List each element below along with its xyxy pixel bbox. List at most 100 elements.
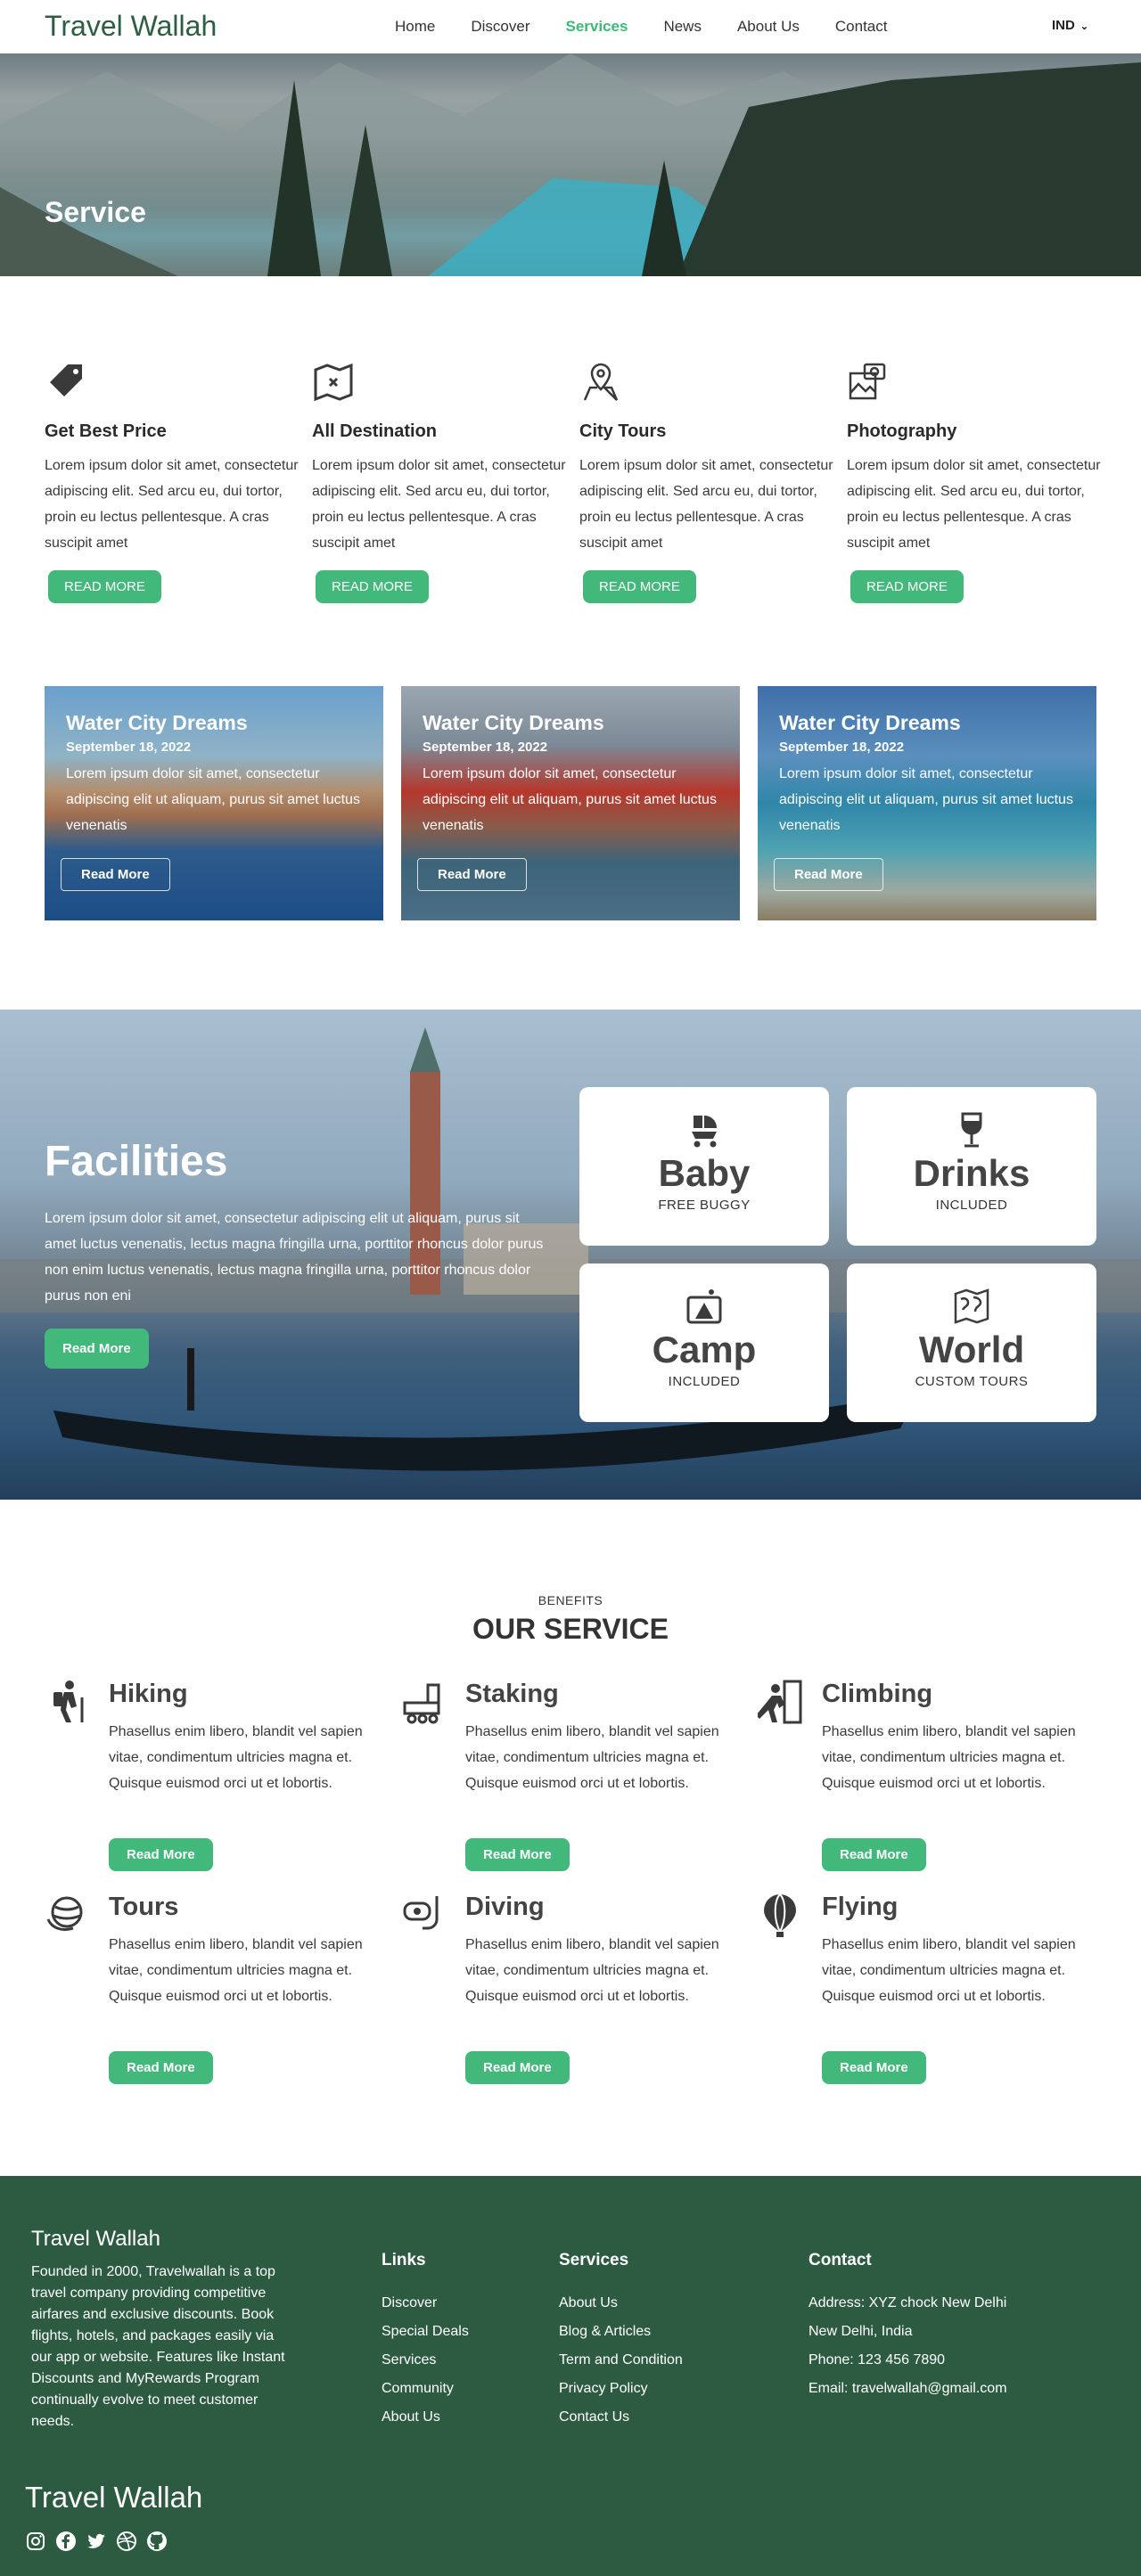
services-title: OUR SERVICE xyxy=(472,1613,669,1645)
facility-subtitle: CUSTOM TOURS xyxy=(915,1374,1029,1389)
service-title: Tours xyxy=(109,1893,179,1921)
footer-link-privacy[interactable]: Privacy Policy xyxy=(559,2381,683,2397)
footer-brand-large[interactable]: Travel Wallah xyxy=(25,2481,202,2515)
climber-icon xyxy=(758,1680,802,1724)
service-read-more-button[interactable]: Read More xyxy=(465,1838,570,1871)
card-read-more-button[interactable]: Read More xyxy=(774,858,883,891)
blog-card[interactable]: Water City Dreams September 18, 2022 Lor… xyxy=(401,686,740,920)
facility-box-drinks: Drinks INCLUDED xyxy=(847,1087,1096,1246)
facebook-icon[interactable] xyxy=(55,2531,77,2552)
feature-read-more-button[interactable]: READ MORE xyxy=(850,570,964,603)
footer: Travel Wallah Founded in 2000, Travelwal… xyxy=(0,2176,1141,2576)
nav-news[interactable]: News xyxy=(663,18,702,36)
wine-glass-icon xyxy=(961,1112,982,1148)
footer-link-discover[interactable]: Discover xyxy=(382,2295,469,2311)
social-links xyxy=(25,2531,168,2552)
footer-column-title: Services xyxy=(559,2251,629,2269)
footer-link-about-us[interactable]: About Us xyxy=(382,2409,469,2425)
footer-link-blog[interactable]: Blog & Articles xyxy=(559,2324,683,2340)
stroller-icon xyxy=(692,1116,717,1148)
nav-home[interactable]: Home xyxy=(395,18,435,36)
footer-contact-column: Contact Address: XYZ chock New Delhi New… xyxy=(809,2251,1007,2409)
nav-contact[interactable]: Contact xyxy=(835,18,888,36)
language-selector[interactable]: IND ⌄ xyxy=(1052,18,1088,33)
feature-text: Lorem ipsum dolor sit amet, consectetur … xyxy=(312,458,566,551)
card-title: Water City Dreams xyxy=(423,711,604,734)
balloon-icon xyxy=(764,1893,796,1937)
service-text: Phasellus enim libero, blandit vel sapie… xyxy=(109,1937,363,2004)
nav-services[interactable]: Services xyxy=(565,18,628,36)
card-read-more-button[interactable]: Read More xyxy=(61,858,170,891)
map-icon xyxy=(314,363,353,402)
top-navbar: Travel Wallah Home Discover Services New… xyxy=(0,0,1141,53)
instagram-icon[interactable] xyxy=(25,2531,46,2552)
footer-brand[interactable]: Travel Wallah xyxy=(31,2227,160,2252)
card-title: Water City Dreams xyxy=(66,711,248,734)
facility-box-camp: Camp INCLUDED xyxy=(579,1263,829,1422)
footer-link-community[interactable]: Community xyxy=(382,2381,469,2397)
facility-name: Drinks xyxy=(913,1152,1030,1194)
service-read-more-button[interactable]: Read More xyxy=(109,1838,213,1871)
footer-phone: Phone: 123 456 7890 xyxy=(809,2352,946,2367)
footer-about-text: Founded in 2000, Travelwallah is a top t… xyxy=(31,2264,285,2429)
feature-read-more-button[interactable]: READ MORE xyxy=(583,570,696,603)
footer-services-column: Services About Us Blog & Articles Term a… xyxy=(559,2251,683,2438)
feature-title: All Destination xyxy=(312,421,438,441)
blog-card[interactable]: Water City Dreams September 18, 2022 Lor… xyxy=(45,686,383,920)
nav-discover[interactable]: Discover xyxy=(471,18,529,36)
service-text: Phasellus enim libero, blandit vel sapie… xyxy=(822,1724,1076,1791)
brand-logo[interactable]: Travel Wallah xyxy=(45,10,217,43)
facility-box-world: World CUSTOM TOURS xyxy=(847,1263,1096,1422)
card-title: Water City Dreams xyxy=(779,711,961,734)
card-read-more-button[interactable]: Read More xyxy=(417,858,527,891)
facilities-read-more-button[interactable]: Read More xyxy=(45,1329,149,1369)
footer-email[interactable]: Email: travelwallah@gmail.com xyxy=(809,2381,1007,2397)
camp-icon xyxy=(686,1289,722,1324)
footer-link-services[interactable]: Services xyxy=(382,2352,469,2368)
service-title: Hiking xyxy=(109,1680,188,1708)
feature-text: Lorem ipsum dolor sit amet, consectetur … xyxy=(579,458,833,551)
service-title: Climbing xyxy=(822,1680,933,1708)
service-read-more-button[interactable]: Read More xyxy=(822,2051,926,2084)
feature-read-more-button[interactable]: READ MORE xyxy=(48,570,161,603)
feature-title: Photography xyxy=(847,421,957,441)
footer-link-terms[interactable]: Term and Condition xyxy=(559,2352,683,2368)
facility-name: Camp xyxy=(652,1329,757,1370)
twitter-icon[interactable] xyxy=(86,2531,107,2552)
chevron-down-icon: ⌄ xyxy=(1079,21,1089,32)
footer-column-title: Contact xyxy=(809,2251,872,2269)
facility-name: World xyxy=(918,1329,1025,1370)
blog-card[interactable]: Water City Dreams September 18, 2022 Lor… xyxy=(758,686,1096,920)
feature-read-more-button[interactable]: READ MORE xyxy=(316,570,429,603)
map-pin-icon xyxy=(583,363,619,401)
page-title: Service xyxy=(45,196,146,228)
footer-city: New Delhi, India xyxy=(809,2324,913,2339)
hiker-icon xyxy=(53,1681,84,1722)
feature-title: Get Best Price xyxy=(45,421,167,441)
service-read-more-button[interactable]: Read More xyxy=(465,2051,570,2084)
feature-best-price: Get Best Price Lorem ipsum dolor sit ame… xyxy=(45,361,303,603)
card-date: September 18, 2022 xyxy=(779,740,905,755)
feature-photography: Photography Lorem ipsum dolor sit amet, … xyxy=(847,361,1105,603)
footer-link-special-deals[interactable]: Special Deals xyxy=(382,2324,469,2340)
feature-title: City Tours xyxy=(579,421,667,441)
service-text: Phasellus enim libero, blandit vel sapie… xyxy=(109,1724,363,1791)
services-kicker: BENEFITS xyxy=(538,1593,603,1607)
service-text: Phasellus enim libero, blandit vel sapie… xyxy=(822,1937,1076,2004)
photo-icon xyxy=(849,363,886,400)
facilities-text: Lorem ipsum dolor sit amet, consectetur … xyxy=(45,1211,544,1304)
page: Travel Wallah Home Discover Services New… xyxy=(0,0,1141,2576)
facility-name: Baby xyxy=(658,1152,751,1194)
service-read-more-button[interactable]: Read More xyxy=(109,2051,213,2084)
service-read-more-button[interactable]: Read More xyxy=(822,1838,926,1871)
footer-link-about-us-2[interactable]: About Us xyxy=(559,2295,683,2311)
facility-box-baby: Baby FREE BUGGY xyxy=(579,1087,829,1246)
github-icon[interactable] xyxy=(146,2531,168,2552)
feature-city-tours: City Tours Lorem ipsum dolor sit amet, c… xyxy=(579,361,838,603)
footer-link-contact-us[interactable]: Contact Us xyxy=(559,2409,683,2425)
dribbble-icon[interactable] xyxy=(116,2531,137,2552)
hero-banner: Service xyxy=(0,53,1141,276)
nav-about-us[interactable]: About Us xyxy=(737,18,800,36)
footer-address: Address: XYZ chock New Delhi xyxy=(809,2295,1007,2310)
service-title: Diving xyxy=(465,1893,545,1921)
